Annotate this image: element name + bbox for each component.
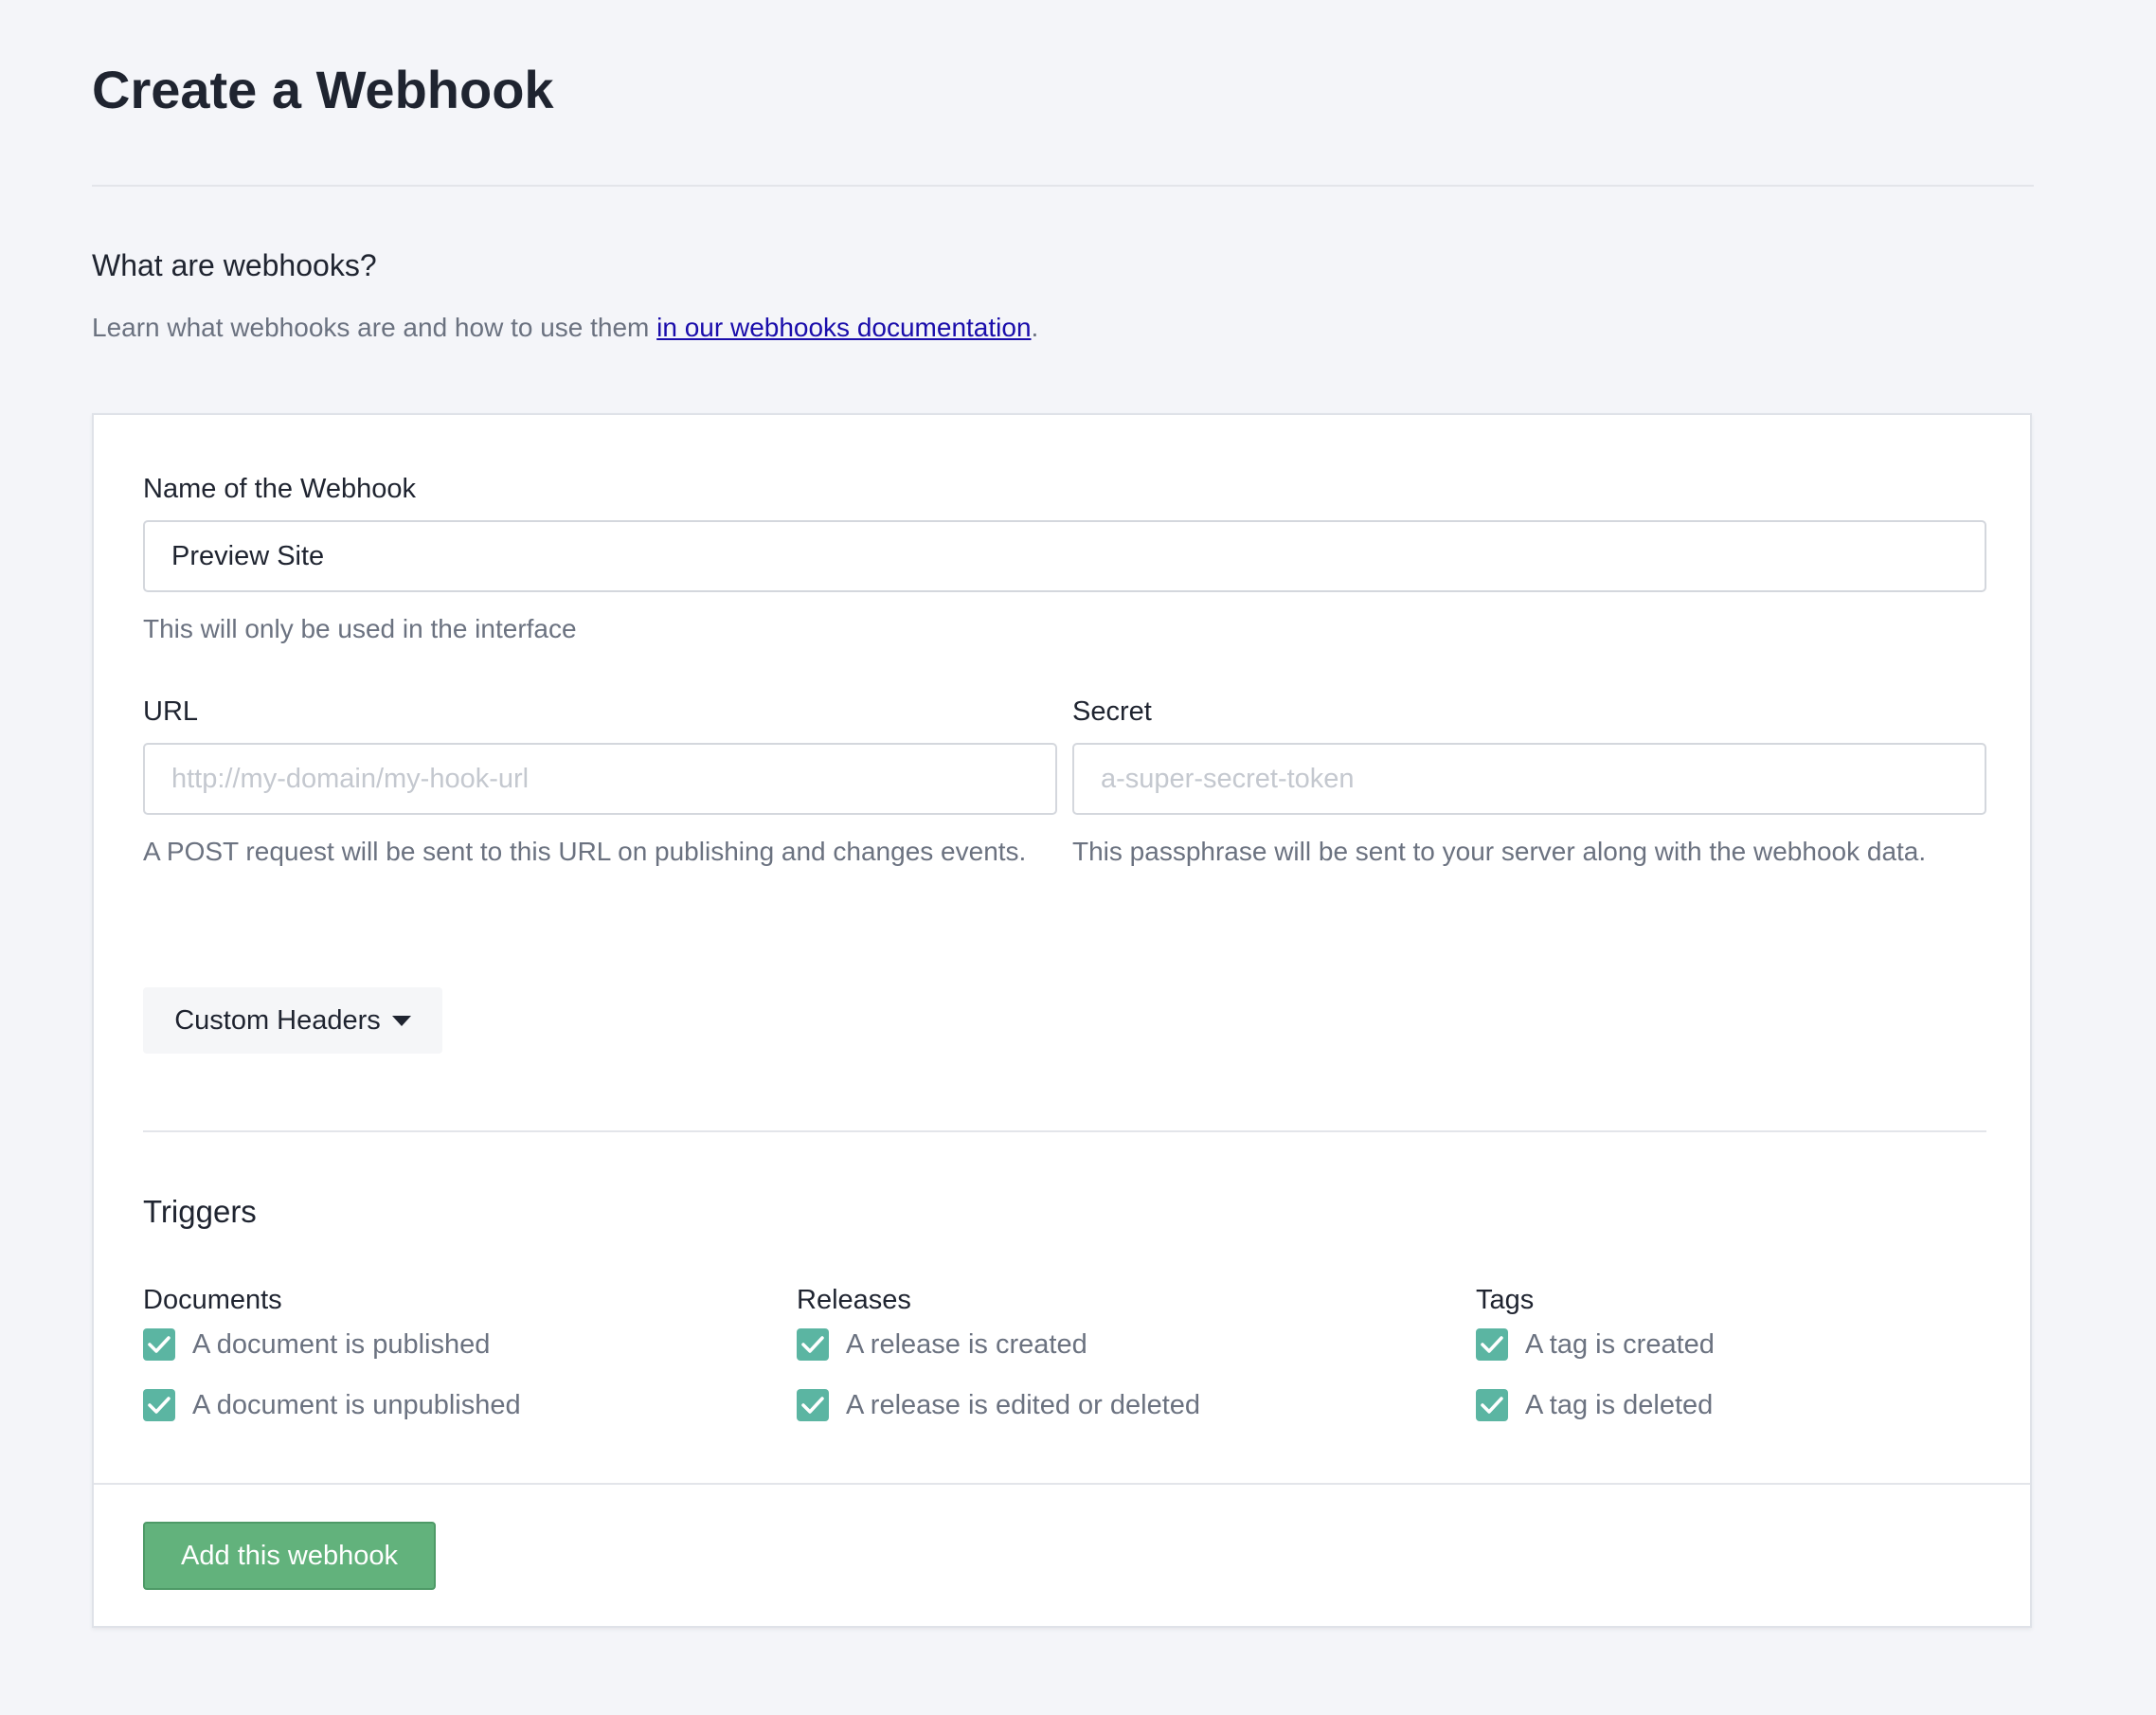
secret-help: This passphrase will be sent to your ser… [1072,837,1927,866]
trigger-release-edited-deleted[interactable]: A release is edited or deleted [797,1389,1200,1421]
checkmark-icon[interactable] [143,1389,175,1421]
intro-heading: What are webhooks? [92,248,377,282]
add-webhook-button[interactable]: Add this webhook [143,1522,436,1590]
page-title: Create a Webhook [92,60,554,119]
checkbox-label: A document is published [192,1328,491,1360]
checkmark-icon[interactable] [143,1328,175,1361]
caret-down-icon [391,1015,411,1026]
trigger-group-releases: Releases [797,1285,911,1315]
trigger-document-published[interactable]: A document is published [143,1328,490,1361]
checkbox-label: A document is unpublished [192,1389,521,1420]
checkmark-icon[interactable] [1476,1328,1508,1361]
intro-text: Learn what webhooks are and how to use t… [92,313,1038,343]
trigger-group-documents: Documents [143,1285,282,1315]
name-help: This will only be used in the interface [143,614,577,643]
checkbox-label: A tag is deleted [1525,1389,1714,1420]
trigger-document-unpublished[interactable]: A document is unpublished [143,1389,521,1421]
footer-divider [94,1483,2030,1485]
url-label: URL [143,696,199,727]
checkmark-icon[interactable] [1476,1389,1508,1421]
url-input[interactable] [143,743,1057,815]
triggers-title: Triggers [143,1194,257,1229]
webhook-create-page: Create a Webhook What are webhooks? Lear… [0,0,2156,1715]
trigger-release-created[interactable]: A release is created [797,1328,1087,1361]
intro-text-body: Learn what webhooks are and how to use t… [92,313,657,342]
checkbox-label: A release is created [846,1328,1087,1360]
checkbox-label: A tag is created [1525,1328,1715,1360]
url-help: A POST request will be sent to this URL … [143,837,1027,866]
trigger-tag-deleted[interactable]: A tag is deleted [1476,1389,1713,1421]
checkmark-icon[interactable] [797,1328,829,1361]
secret-input[interactable] [1072,743,1986,815]
webhook-form-card: Name of the Webhook This will only be us… [92,413,2032,1628]
intro-text-suffix: . [1031,313,1039,342]
checkmark-icon[interactable] [797,1389,829,1421]
custom-headers-label: Custom Headers [174,1004,381,1036]
section-divider [143,1130,1986,1132]
name-input[interactable] [143,520,1986,592]
trigger-tag-created[interactable]: A tag is created [1476,1328,1715,1361]
trigger-group-tags: Tags [1476,1285,1535,1315]
checkbox-label: A release is edited or deleted [846,1389,1201,1420]
secret-label: Secret [1072,696,1152,727]
docs-link[interactable]: in our webhooks documentation [656,313,1031,342]
custom-headers-button[interactable]: Custom Headers [143,987,442,1054]
name-label: Name of the Webhook [143,474,417,504]
header-divider [92,185,2034,187]
